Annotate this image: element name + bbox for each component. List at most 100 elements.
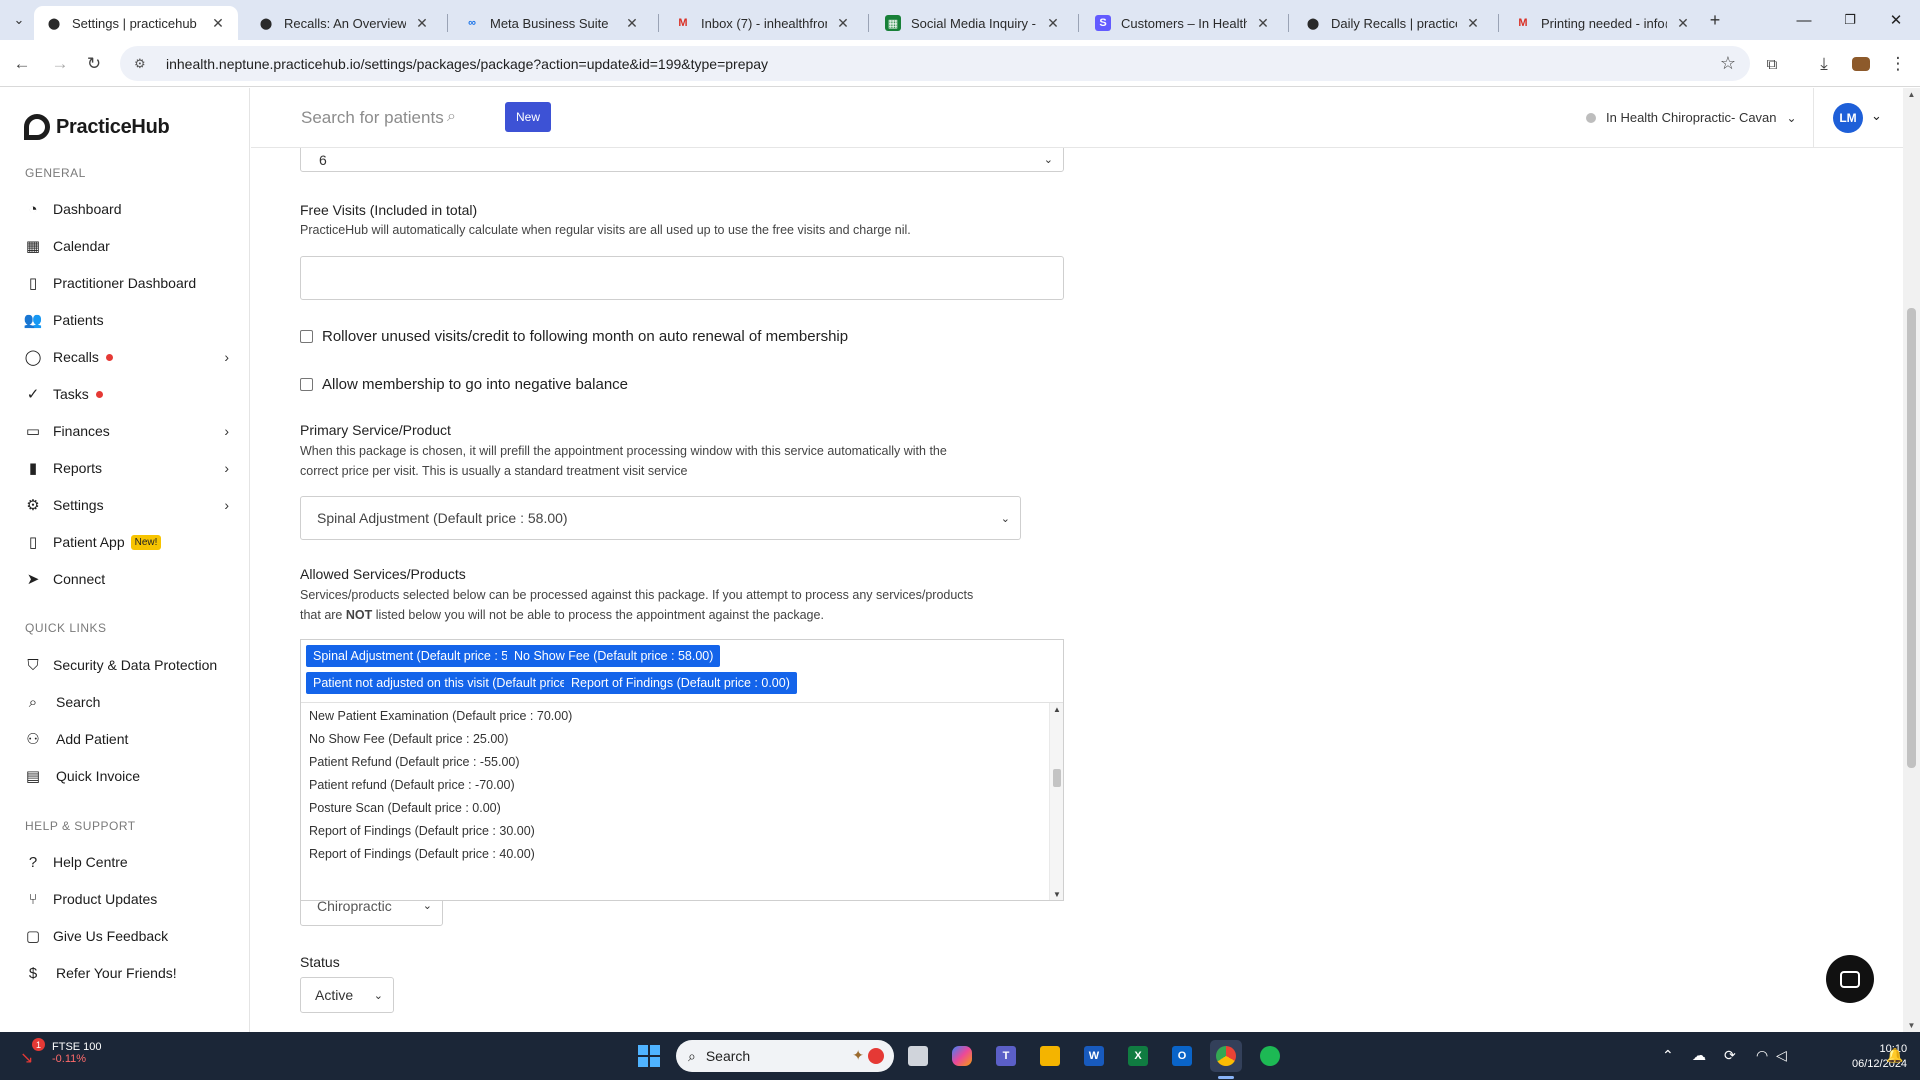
onedrive-icon[interactable]: ☁	[1692, 1047, 1706, 1064]
bookmark-star-icon[interactable]: ☆	[1720, 53, 1736, 74]
sidebar-item-calendar[interactable]: ▦ Calendar	[24, 233, 229, 259]
chrome-icon[interactable]	[1210, 1040, 1242, 1072]
avatar[interactable]: LM	[1833, 103, 1863, 133]
stock-widget[interactable]: ↘ 1 FTSE 100 -0.11%	[18, 1038, 102, 1067]
excel-icon[interactable]: X	[1122, 1040, 1154, 1072]
minimize-icon[interactable]: —	[1792, 8, 1816, 32]
outlook-icon[interactable]: O	[1166, 1040, 1198, 1072]
tray-chevron-icon[interactable]: ⌃	[1662, 1047, 1674, 1064]
sidebar-item-settings[interactable]: ⚙ Settings ›	[24, 492, 229, 518]
profile-icon[interactable]	[1849, 52, 1873, 76]
restore-icon[interactable]: ❐	[1838, 8, 1862, 32]
notification-bell-icon[interactable]: 🔔	[1886, 1047, 1903, 1064]
sidebar-item-tasks[interactable]: ✓ Tasks	[24, 381, 229, 407]
word-icon[interactable]: W	[1078, 1040, 1110, 1072]
tab-close-icon[interactable]: ✕	[624, 15, 640, 32]
tab-close-icon[interactable]: ✕	[1255, 15, 1271, 32]
tab-printing-needed[interactable]: M Printing needed - info@in ✕	[1503, 6, 1703, 40]
extensions-icon[interactable]: ⧉	[1760, 52, 1784, 76]
chevron-down-icon[interactable]: ⌄	[1871, 108, 1882, 124]
primary-service-select[interactable]: Spinal Adjustment (Default price : 58.00…	[300, 496, 1021, 540]
sidebar-item-help-centre[interactable]: ? Help Centre	[24, 849, 229, 875]
address-bar[interactable]: ⚙ inhealth.neptune.practicehub.io/settin…	[120, 46, 1750, 81]
options-list[interactable]: New Patient Examination (Default price :…	[301, 702, 1063, 900]
clinic-selector[interactable]: In Health Chiropractic- Cavan ⌄	[1586, 110, 1797, 125]
volume-icon[interactable]: ◁	[1776, 1047, 1787, 1064]
sync-icon[interactable]: ⟳	[1724, 1047, 1736, 1064]
list-item[interactable]: Patient Refund (Default price : -55.00)	[309, 755, 520, 769]
teams-icon[interactable]: T	[990, 1040, 1022, 1072]
tab-gmail-inbox[interactable]: M Inbox (7) - inhealthfrontd ✕	[663, 6, 863, 40]
sidebar-item-search[interactable]: ⌕ Search	[24, 689, 229, 715]
scroll-up-icon[interactable]: ▲	[1050, 705, 1063, 714]
tab-close-icon[interactable]: ✕	[414, 15, 430, 32]
windows-start-icon[interactable]	[638, 1045, 660, 1067]
negative-balance-checkbox-row[interactable]: Allow membership to go into negative bal…	[300, 376, 628, 393]
list-item[interactable]: Posture Scan (Default price : 0.00)	[309, 801, 501, 815]
free-visits-input[interactable]	[300, 256, 1064, 300]
options-scrollbar[interactable]: ▲ ▼	[1049, 703, 1063, 900]
practicehub-logo[interactable]: PracticeHub	[24, 114, 170, 140]
tab-close-icon[interactable]: ✕	[1675, 15, 1691, 32]
tab-recalls-overview[interactable]: ⬤ Recalls: An Overview | Pra ✕	[246, 6, 442, 40]
visits-count-select[interactable]: 6 ⌄	[300, 148, 1064, 172]
scroll-down-icon[interactable]: ▼	[1903, 1021, 1920, 1030]
spotify-icon[interactable]	[1254, 1040, 1286, 1072]
sidebar-item-refer-friends[interactable]: $ Refer Your Friends!	[24, 960, 229, 986]
tab-close-icon[interactable]: ✕	[1465, 15, 1481, 32]
sidebar-item-add-patient[interactable]: ⚇ Add Patient	[24, 726, 229, 752]
menu-dots-icon[interactable]: ⋮	[1886, 52, 1910, 76]
tab-search-chevron-icon[interactable]: ⌄	[8, 9, 30, 31]
rollover-checkbox-row[interactable]: Rollover unused visits/credit to followi…	[300, 328, 848, 345]
list-item[interactable]: Report of Findings (Default price : 40.0…	[309, 847, 535, 861]
new-tab-icon[interactable]: +	[1704, 9, 1726, 31]
sidebar-item-product-updates[interactable]: ⑂ Product Updates	[24, 886, 229, 912]
sidebar-item-patients[interactable]: 👥 Patients	[24, 307, 229, 333]
tab-social-media-inquiry[interactable]: ▦ Social Media Inquiry - Go ✕	[873, 6, 1073, 40]
forward-icon[interactable]: →	[48, 52, 72, 76]
tab-meta-business-suite[interactable]: ∞ Meta Business Suite ✕	[452, 6, 652, 40]
scroll-up-icon[interactable]: ▲	[1903, 90, 1920, 99]
scroll-down-icon[interactable]: ▼	[1050, 890, 1063, 899]
scroll-thumb[interactable]	[1907, 308, 1916, 768]
sidebar-item-security[interactable]: ⛉ Security & Data Protection	[24, 652, 229, 678]
list-item[interactable]: New Patient Examination (Default price :…	[309, 709, 572, 723]
page-scrollbar[interactable]: ▲ ▼	[1903, 88, 1920, 1032]
list-item[interactable]: Patient refund (Default price : -70.00)	[309, 778, 515, 792]
allowed-services-multiselect[interactable]: Spinal Adjustment (Default price : 58.00…	[300, 639, 1064, 901]
scroll-thumb[interactable]	[1053, 769, 1061, 787]
list-item[interactable]: Report of Findings (Default price : 30.0…	[309, 824, 535, 838]
sidebar-item-practitioner-dashboard[interactable]: ▯ Practitioner Dashboard	[24, 270, 229, 296]
sidebar-item-patient-app[interactable]: ▯ Patient App New!	[24, 529, 229, 555]
list-item[interactable]: No Show Fee (Default price : 25.00)	[309, 732, 508, 746]
site-info-icon[interactable]: ⚙	[134, 56, 152, 72]
url-text[interactable]: inhealth.neptune.practicehub.io/settings…	[166, 56, 768, 72]
tab-close-icon[interactable]: ✕	[1045, 15, 1061, 32]
sidebar-item-quick-invoice[interactable]: ▤ Quick Invoice	[24, 763, 229, 789]
sidebar-item-connect[interactable]: ➤ Connect	[24, 566, 229, 592]
status-select[interactable]: Active ⌄	[300, 977, 394, 1013]
tab-close-icon[interactable]: ✕	[210, 15, 226, 32]
sidebar-item-finances[interactable]: ▭ Finances ›	[24, 418, 229, 444]
reload-icon[interactable]: ↻	[82, 52, 106, 76]
file-explorer-icon[interactable]	[1034, 1040, 1066, 1072]
negative-balance-checkbox[interactable]	[300, 378, 313, 391]
tab-daily-recalls[interactable]: ⬤ Daily Recalls | practicehub ✕	[1293, 6, 1493, 40]
new-button[interactable]: New	[505, 102, 551, 132]
sidebar-item-feedback[interactable]: ▢ Give Us Feedback	[24, 923, 229, 949]
tab-customers[interactable]: S Customers – In Health Ch ✕	[1083, 6, 1283, 40]
close-window-icon[interactable]: ✕	[1884, 8, 1908, 32]
tab-settings-practicehub[interactable]: ⬤ Settings | practicehub ✕	[34, 6, 238, 40]
tab-close-icon[interactable]: ✕	[835, 15, 851, 32]
sidebar-item-recalls[interactable]: ◯ Recalls ›	[24, 344, 229, 370]
copilot-icon[interactable]	[946, 1040, 978, 1072]
selected-tag[interactable]: No Show Fee (Default price : 58.00)	[507, 645, 721, 667]
download-icon[interactable]: ⤓	[1812, 52, 1836, 76]
rollover-checkbox[interactable]	[300, 330, 313, 343]
sidebar-item-dashboard[interactable]: ◔ Dashboard	[24, 196, 229, 222]
task-view-icon[interactable]	[902, 1040, 934, 1072]
back-icon[interactable]: ←	[10, 52, 34, 76]
selected-tag[interactable]: Report of Findings (Default price : 0.00…	[564, 672, 797, 694]
wifi-icon[interactable]: ◠	[1756, 1047, 1768, 1064]
search-icon[interactable]: ⌕	[447, 108, 456, 126]
